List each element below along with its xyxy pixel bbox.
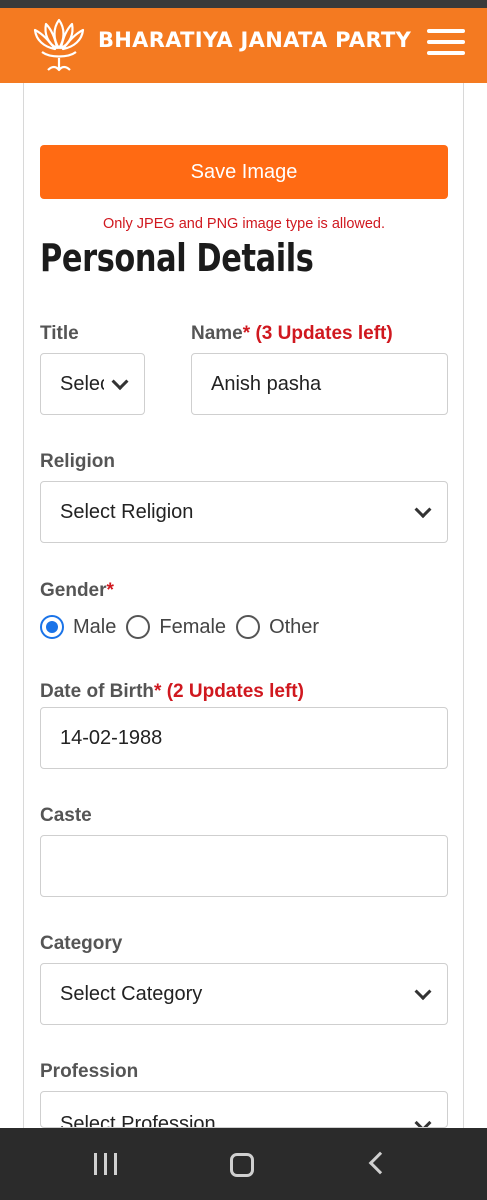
gender-label: Gender* [40,580,114,601]
category-select-value: Select Category [60,982,203,1005]
dob-label: Date of Birth* (2 Updates left) [40,681,304,702]
section-title: Personal Details [40,236,314,280]
brand-name: BHARATIYA JANATA PARTY [98,28,412,52]
caste-label: Caste [40,805,92,826]
dob-input-value: 14-02-1988 [60,726,163,749]
chevron-down-icon [414,501,432,519]
back-icon[interactable] [368,1151,392,1175]
profession-select-value: Select Profession [60,1113,216,1128]
gender-radio-other[interactable] [236,615,261,639]
gender-option-male[interactable]: Male [73,616,116,639]
gender-option-female[interactable]: Female [159,616,226,639]
gender-option-other[interactable]: Other [269,616,319,639]
religion-label: Religion [40,451,115,472]
chevron-down-icon [414,983,432,1001]
site-header: BHARATIYA JANATA PARTY [0,8,487,83]
save-image-button[interactable]: Save Image [40,145,448,199]
name-label: Name* (3 Updates left) [191,323,393,344]
recent-apps-icon[interactable] [94,1153,118,1175]
gender-radio-group: Male Female Other [40,612,329,642]
caste-input[interactable] [40,835,448,897]
dob-input[interactable]: 14-02-1988 [40,707,448,769]
dob-updates-left: (2 Updates left) [166,681,304,702]
religion-select[interactable]: Select Religion [40,481,448,543]
gender-radio-male[interactable] [40,615,64,639]
required-mark: * [106,580,114,601]
title-label: Title [40,323,79,344]
name-input[interactable]: Anish pasha [191,353,448,415]
required-mark: * [242,323,251,344]
image-type-note: Only JPEG and PNG image type is allowed. [102,216,386,232]
category-label: Category [40,933,123,954]
category-select[interactable]: Select Category [40,963,448,1025]
name-updates-left: (3 Updates left) [255,323,393,344]
chevron-down-icon [414,1114,432,1127]
name-input-value: Anish pasha [211,372,322,395]
lotus-logo[interactable] [28,14,90,76]
gender-radio-female[interactable] [126,615,151,639]
chevron-down-icon [111,373,129,391]
title-select-value: Select [60,372,104,395]
title-select[interactable]: Select [40,353,145,415]
home-icon[interactable] [230,1153,254,1177]
status-bar [0,0,487,8]
required-mark: * [154,681,162,702]
hamburger-menu-icon[interactable] [427,29,465,59]
system-nav-bar [0,1128,487,1200]
profession-label: Profession [40,1061,139,1082]
profession-select[interactable]: Select Profession [40,1091,448,1128]
religion-select-value: Select Religion [60,500,194,523]
